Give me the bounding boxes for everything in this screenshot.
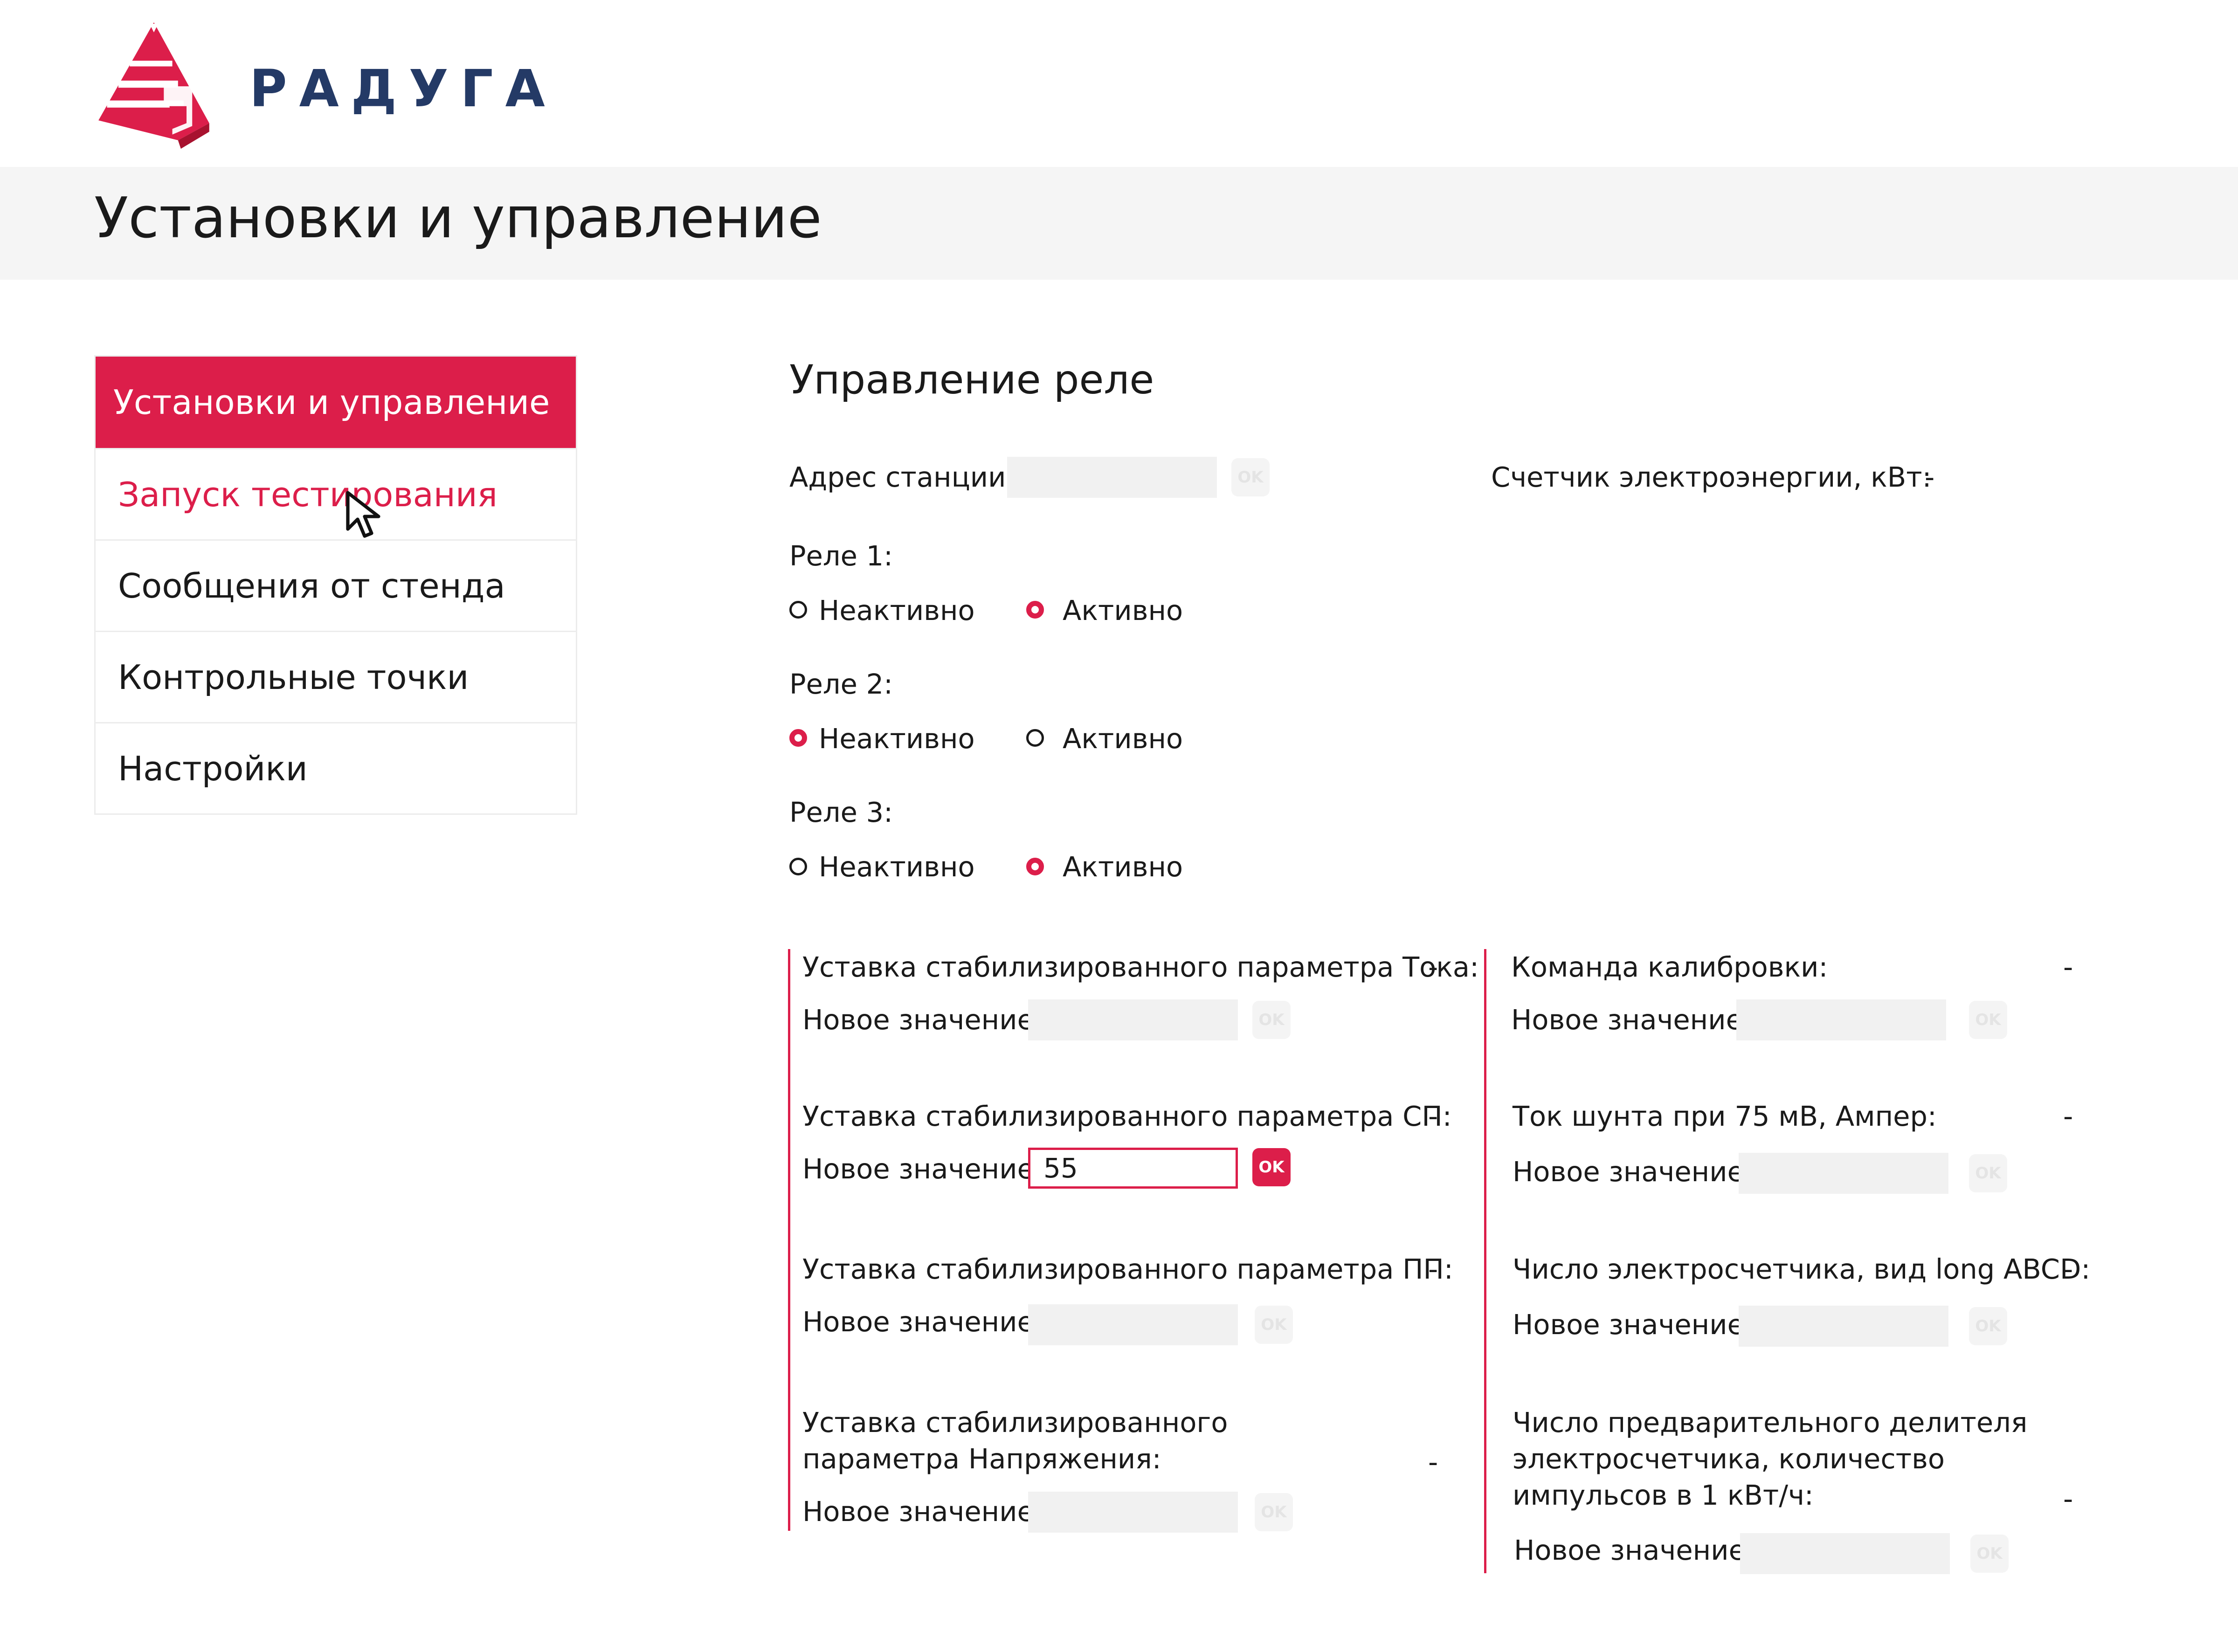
sp-setpoint-value: - (1428, 1100, 1438, 1132)
relay-3-active-radio[interactable] (1026, 858, 1044, 875)
new-value-label: Новое значение: (802, 1153, 1043, 1185)
new-value-label: Новое значение: (1513, 1308, 1754, 1341)
right-group-divider (1484, 949, 1486, 1573)
left-group-divider (788, 949, 790, 1531)
relay-2-inactive-radio[interactable] (789, 729, 807, 747)
logo (98, 22, 209, 149)
relay-3-inactive-radio[interactable] (789, 858, 807, 875)
relay-3-inactive-label: Неактивно (819, 851, 975, 883)
sidebar-item-preferences[interactable]: Настройки (96, 722, 576, 813)
voltage-setpoint-value: - (1428, 1446, 1438, 1478)
prescaler-input[interactable] (1740, 1533, 1950, 1574)
pp-setpoint-label: Уставка стабилизированного параметра ПП: (802, 1253, 1453, 1285)
voltage-setpoint-label: Уставка стабилизированного параметра Нап… (802, 1406, 1228, 1475)
mouse-pointer-icon (346, 491, 380, 538)
prescaler-label: Число предварительного делителя электрос… (1513, 1406, 2028, 1511)
relay-1-label: Реле 1: (789, 540, 893, 572)
relay-1-active-radio[interactable] (1026, 601, 1044, 619)
sp-setpoint-input[interactable] (1028, 1148, 1238, 1189)
meter-value: - (1925, 461, 1935, 493)
sidebar-item-stand-messages[interactable]: Сообщения от стенда (96, 539, 576, 631)
shunt-current-label: Ток шунта при 75 мВ, Ампер: (1513, 1100, 1937, 1132)
voltage-setpoint-input[interactable] (1028, 1492, 1238, 1533)
page-title: Установки и управление (94, 186, 822, 251)
current-setpoint-ok-button[interactable]: OK (1252, 1001, 1291, 1039)
new-value-label: Новое значение: (1513, 1156, 1754, 1188)
relay-3-label: Реле 3: (789, 796, 893, 828)
relay-3-active-label: Активно (1063, 851, 1183, 883)
sidebar: Установки и управление Запуск тестирован… (94, 355, 577, 815)
meter-number-value: - (2063, 1253, 2073, 1285)
current-setpoint-label: Уставка стабилизированного параметра Ток… (802, 951, 1479, 983)
shunt-current-ok-button[interactable]: OK (1969, 1154, 2007, 1192)
sp-setpoint-label: Уставка стабилизированного параметра СП: (802, 1100, 1452, 1132)
station-address-ok-button[interactable]: OK (1231, 458, 1270, 496)
brand-name: РАДУГА (249, 59, 557, 118)
relay-1-inactive-radio[interactable] (789, 601, 807, 619)
relay-2-active-label: Активно (1063, 723, 1183, 755)
pp-setpoint-value: - (1428, 1253, 1438, 1285)
calibration-command-value: - (2063, 951, 2073, 983)
current-setpoint-input[interactable] (1028, 999, 1238, 1040)
sidebar-item-settings-control[interactable]: Установки и управление (96, 357, 576, 448)
new-value-label: Новое значение: (802, 1004, 1043, 1036)
new-value-label: Новое значение: (802, 1495, 1043, 1528)
relay-1-active-label: Активно (1063, 594, 1183, 626)
calibration-command-label: Команда калибровки: (1511, 951, 1828, 983)
meter-number-ok-button[interactable]: OK (1969, 1307, 2007, 1345)
meter-label: Счетчик электроэнергии, кВт: (1491, 461, 1932, 493)
relay-2-active-radio[interactable] (1026, 729, 1044, 747)
relay-2-inactive-label: Неактивно (819, 723, 975, 755)
station-address-input[interactable] (1007, 457, 1217, 498)
new-value-label: Новое значение: (802, 1306, 1043, 1338)
new-value-label: Новое значение: (1514, 1534, 1755, 1566)
calibration-command-input[interactable] (1736, 999, 1946, 1040)
meter-number-input[interactable] (1739, 1306, 1948, 1347)
sidebar-item-start-testing[interactable]: Запуск тестирования (96, 448, 576, 539)
calibration-command-ok-button[interactable]: OK (1969, 1001, 2007, 1039)
shunt-current-value: - (2063, 1100, 2073, 1132)
new-value-label: Новое значение: (1511, 1004, 1752, 1036)
prescaler-ok-button[interactable]: OK (1970, 1535, 2009, 1573)
shunt-current-input[interactable] (1739, 1153, 1948, 1194)
station-address-label: Адрес станции: (789, 461, 1015, 493)
sidebar-item-checkpoints[interactable]: Контрольные точки (96, 631, 576, 722)
pp-setpoint-ok-button[interactable]: OK (1255, 1306, 1293, 1344)
relay-2-label: Реле 2: (789, 668, 893, 700)
sp-setpoint-ok-button[interactable]: OK (1252, 1148, 1291, 1186)
voltage-setpoint-ok-button[interactable]: OK (1255, 1493, 1293, 1531)
section-title: Управление реле (789, 357, 1154, 403)
pp-setpoint-input[interactable] (1028, 1304, 1238, 1345)
meter-number-label: Число электросчетчика, вид long ABCD: (1513, 1253, 2091, 1285)
prescaler-value: - (2063, 1483, 2073, 1515)
relay-1-inactive-label: Неактивно (819, 594, 975, 626)
current-setpoint-value: - (1428, 951, 1438, 983)
